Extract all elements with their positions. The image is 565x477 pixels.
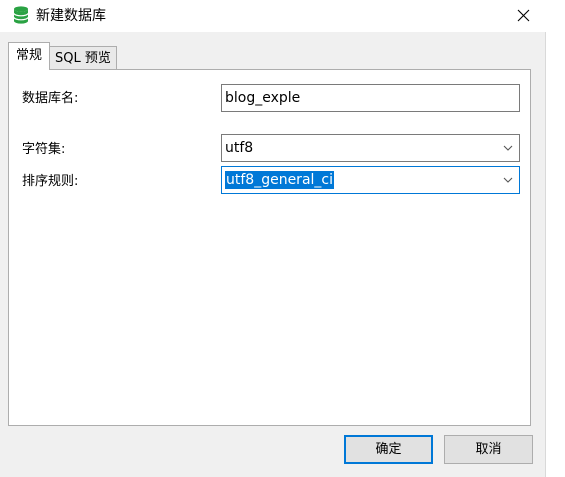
new-database-dialog: 新建数据库 常规 SQL 预览 数据库名: 字符集: utf8 排序规则: ut… (0, 0, 546, 477)
close-button[interactable] (503, 0, 543, 31)
tab-sql-preview[interactable]: SQL 预览 (49, 46, 117, 70)
collation-value: utf8_general_ci (225, 171, 334, 189)
chevron-down-icon (503, 177, 513, 183)
ok-button[interactable]: 确定 (344, 435, 433, 464)
database-icon (13, 6, 29, 24)
charset-select[interactable]: utf8 (221, 134, 520, 162)
db-name-input[interactable] (222, 85, 519, 111)
chevron-down-icon (503, 145, 513, 151)
tab-bar: 常规 SQL 预览 (8, 42, 117, 70)
tab-general[interactable]: 常规 (8, 42, 51, 70)
dialog-title: 新建数据库 (36, 8, 106, 24)
general-panel: 数据库名: 字符集: utf8 排序规则: utf8_general_ci (8, 69, 531, 426)
charset-label: 字符集: (22, 142, 66, 157)
db-name-label: 数据库名: (22, 91, 79, 106)
charset-value: utf8 (225, 140, 254, 156)
close-icon (517, 9, 529, 22)
db-name-field[interactable] (221, 84, 520, 112)
collation-label: 排序规则: (22, 174, 79, 189)
collation-select[interactable]: utf8_general_ci (221, 166, 520, 194)
cancel-button[interactable]: 取消 (444, 435, 533, 464)
title-bar[interactable]: 新建数据库 (0, 0, 546, 32)
